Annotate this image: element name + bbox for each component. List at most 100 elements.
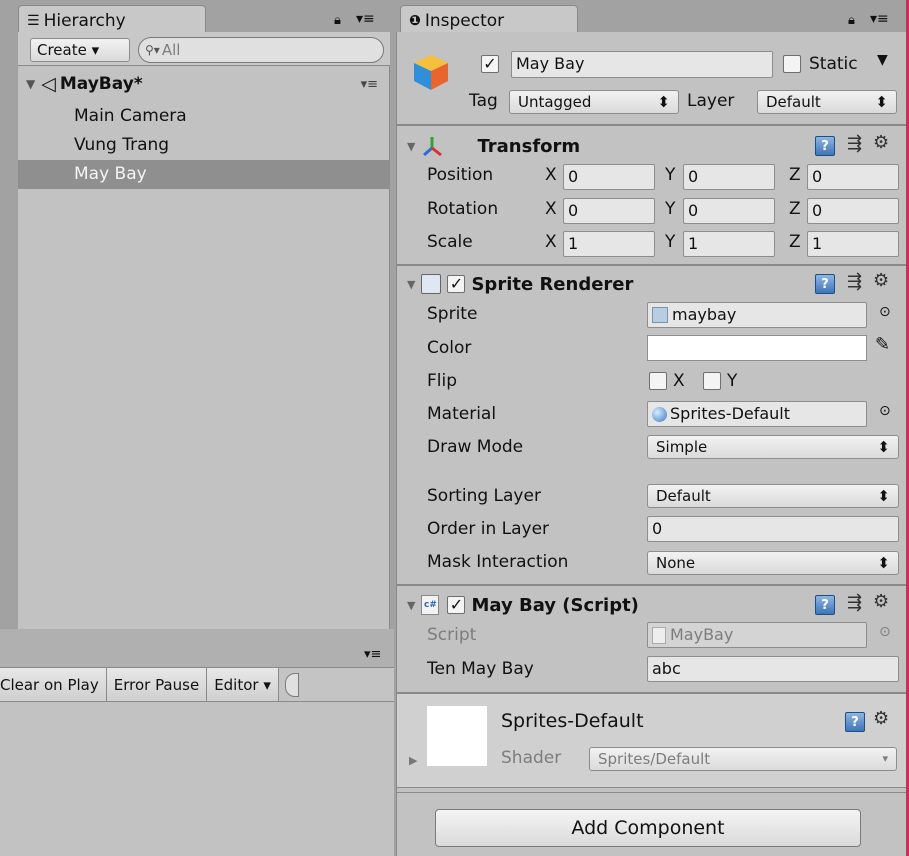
inspector-tab-label: Inspector: [424, 11, 505, 31]
clear-on-play-button[interactable]: Clear on Play: [0, 668, 107, 701]
hierarchy-item-vung-trang[interactable]: Vung Trang: [18, 131, 390, 160]
script-enabled-checkbox[interactable]: ✓: [447, 596, 466, 614]
rotation-x-field[interactable]: 0: [563, 198, 655, 224]
rotation-z-field[interactable]: 0: [807, 198, 899, 224]
console-toolbar: Clear on Play Error Pause Editor ▾: [0, 667, 394, 702]
help-book-icon[interactable]: ?: [815, 274, 835, 294]
active-checkbox[interactable]: ✓: [481, 55, 499, 73]
ten-may-bay-label: Ten May Bay: [427, 659, 534, 679]
fold-arrow-icon[interactable]: ▼: [407, 140, 415, 153]
dropdown-arrow-icon: ▾: [882, 752, 888, 765]
fold-arrow-icon[interactable]: ▼: [407, 278, 415, 291]
hierarchy-item-may-bay[interactable]: May Bay: [18, 160, 390, 189]
editor-dropdown[interactable]: Editor ▾: [207, 668, 279, 701]
position-y-field[interactable]: 0: [683, 164, 775, 190]
ten-may-bay-field[interactable]: abc: [647, 656, 899, 682]
color-swatch[interactable]: [647, 335, 867, 361]
flip-y-checkbox[interactable]: [703, 372, 721, 390]
list-icon: ☰: [27, 13, 40, 29]
dropdown-arrow-icon: ⬍: [657, 93, 670, 111]
scene-name: MayBay*: [59, 74, 143, 94]
error-pause-button[interactable]: Error Pause: [106, 668, 208, 701]
fold-arrow-icon[interactable]: ▼: [407, 599, 415, 612]
color-label: Color: [427, 338, 472, 358]
rotation-y-field[interactable]: 0: [683, 198, 775, 224]
mask-interaction-label: Mask Interaction: [427, 552, 569, 572]
gear-icon[interactable]: ⚙: [873, 591, 889, 612]
sprite-object-field[interactable]: maybay: [647, 302, 867, 328]
create-button[interactable]: Create ▾: [30, 38, 130, 62]
order-in-layer-field[interactable]: 0: [647, 516, 899, 542]
scale-x-field[interactable]: 1: [563, 231, 655, 257]
script-title: May Bay (Script): [471, 594, 639, 616]
layer-label: Layer: [687, 91, 735, 111]
layer-dropdown[interactable]: Default ⬍: [757, 90, 897, 114]
search-icon: ⚲▾: [145, 43, 160, 57]
sorting-layer-dropdown[interactable]: Default ⬍: [647, 484, 899, 508]
mask-interaction-dropdown[interactable]: None ⬍: [647, 551, 899, 575]
scene-menu-icon[interactable]: ▾≡: [361, 77, 378, 92]
scale-y-field[interactable]: 1: [683, 231, 775, 257]
axis-z-label: Z: [789, 199, 801, 219]
hierarchy-tab[interactable]: ☰ Hierarchy: [18, 5, 206, 33]
static-checkbox[interactable]: [783, 55, 801, 73]
preset-sliders-icon[interactable]: ⇶: [847, 271, 862, 292]
flip-label: Flip: [427, 371, 458, 391]
object-picker-icon[interactable]: ⊙: [879, 304, 891, 320]
axis-z-label: Z: [789, 165, 801, 185]
csharp-script-icon: c#: [421, 595, 440, 615]
inspector-tab[interactable]: ❶ Inspector: [400, 5, 578, 33]
axis-y-label: Y: [665, 199, 676, 219]
scale-label: Scale: [427, 232, 473, 252]
position-label: Position: [427, 165, 494, 185]
inspector-menu-icon[interactable]: ▾≡: [870, 11, 889, 27]
console-search-input[interactable]: [284, 673, 299, 697]
axis-z-label: Z: [789, 232, 801, 252]
help-book-icon[interactable]: ?: [845, 712, 865, 732]
static-label: Static: [809, 54, 858, 74]
draw-mode-label: Draw Mode: [427, 437, 524, 457]
material-name: Sprites-Default: [501, 710, 644, 732]
divider: [397, 584, 907, 586]
draw-mode-dropdown[interactable]: Simple ⬍: [647, 435, 899, 459]
console-menu-icon[interactable]: ▾≡: [364, 647, 381, 662]
gear-icon[interactable]: ⚙: [873, 270, 889, 291]
gear-icon[interactable]: ⚙: [873, 132, 889, 153]
help-book-icon[interactable]: ?: [815, 595, 835, 615]
axis-x-label: X: [545, 232, 557, 252]
inspector-lock-icon[interactable]: 🔒︎: [848, 13, 855, 28]
preset-sliders-icon[interactable]: ⇶: [847, 133, 862, 154]
shader-dropdown[interactable]: Sprites/Default ▾: [589, 747, 897, 771]
hierarchy-lock-icon[interactable]: 🔒︎: [334, 13, 341, 28]
help-book-icon[interactable]: ?: [815, 136, 835, 156]
sprite-renderer-enabled-checkbox[interactable]: ✓: [447, 275, 466, 293]
gear-icon[interactable]: ⚙: [873, 708, 889, 729]
rotation-label: Rotation: [427, 199, 499, 219]
hierarchy-item-main-camera[interactable]: Main Camera: [18, 102, 390, 131]
expand-arrow-icon[interactable]: ▼: [26, 77, 35, 91]
static-dropdown-arrow-icon[interactable]: ▼: [877, 52, 888, 68]
object-name-field[interactable]: May Bay: [511, 51, 773, 78]
unity-scene-icon: ◁: [41, 73, 56, 95]
sorting-layer-label: Sorting Layer: [427, 486, 541, 506]
scale-z-field[interactable]: 1: [807, 231, 899, 257]
scene-row[interactable]: ▼ ◁ MayBay* ▾≡: [18, 70, 390, 98]
material-section: ▶ Sprites-Default Shader Sprites/Default…: [397, 694, 907, 788]
hierarchy-toolbar: Create ▾ ⚲▾ All: [18, 32, 390, 66]
add-component-button[interactable]: Add Component: [435, 809, 861, 847]
material-object-field[interactable]: Sprites-Default: [647, 401, 867, 427]
position-x-field[interactable]: 0: [563, 164, 655, 190]
eyedropper-icon[interactable]: ✎: [875, 334, 890, 355]
preset-sliders-icon[interactable]: ⇶: [847, 592, 862, 613]
object-picker-icon[interactable]: ⊙: [879, 403, 891, 419]
object-picker-icon: ⊙: [879, 624, 891, 640]
material-preview-thumbnail: [427, 706, 487, 766]
tag-dropdown[interactable]: Untagged ⬍: [509, 90, 679, 114]
position-z-field[interactable]: 0: [807, 164, 899, 190]
material-expand-arrow-icon[interactable]: ▶: [409, 754, 417, 767]
flip-y-label: Y: [727, 371, 738, 391]
hierarchy-tab-label: Hierarchy: [43, 11, 126, 31]
search-input[interactable]: ⚲▾ All: [138, 37, 384, 63]
hierarchy-menu-icon[interactable]: ▾≡: [356, 11, 375, 27]
flip-x-checkbox[interactable]: [649, 372, 667, 390]
